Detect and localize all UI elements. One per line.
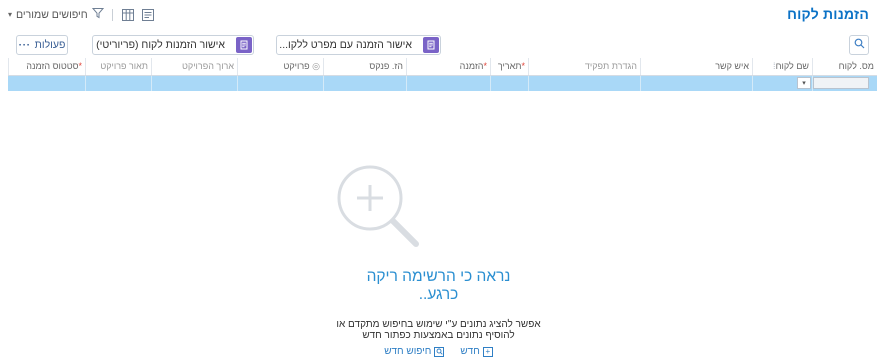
column-header-ledger-order[interactable]: הז. פנקס	[323, 58, 406, 75]
header-tools: חיפושים שמורים ▾	[8, 7, 155, 22]
table-cell[interactable]	[640, 76, 752, 91]
approve-order-with-details-label: אישור הזמנה עם מפרט ללקו...	[279, 39, 412, 51]
column-header-date[interactable]: *תאריך	[490, 58, 528, 75]
grid-view-icon[interactable]	[121, 8, 135, 22]
table-cell[interactable]	[151, 76, 237, 91]
table-cell[interactable]	[8, 76, 85, 91]
page-header: הזמנות לקוח חיפושים שמורים ▾	[0, 0, 877, 28]
column-header-customer-name[interactable]: שם לקוח⁞	[752, 58, 812, 75]
table-cell[interactable]	[323, 76, 406, 91]
table-header: מס. לקוח שם לקוח⁞ איש קשר הגדרת תפקיד *ת…	[8, 58, 877, 76]
column-header-role-definition[interactable]: הגדרת תפקיד	[528, 58, 640, 75]
page-title: הזמנות לקוח	[787, 6, 869, 22]
chevron-down-icon: ▾	[8, 10, 13, 19]
search-icon	[854, 36, 865, 54]
project-icon: ◎	[309, 61, 320, 71]
customer-lookup-dropdown[interactable]: ▾	[797, 77, 811, 89]
column-header-project-description[interactable]: תאור פרויקט	[85, 58, 151, 75]
actions-label: פעולות	[34, 39, 66, 51]
empty-search-illustration	[337, 165, 419, 247]
filter-icon	[91, 7, 104, 22]
new-search-link[interactable]: חיפוש חדש	[384, 346, 445, 357]
table-cell[interactable]	[237, 76, 323, 91]
saved-searches-dropdown[interactable]: חיפושים שמורים ▾	[8, 7, 104, 22]
chevron-down-icon: ▾	[802, 80, 806, 87]
column-header-project[interactable]: ◎ פרויקט	[237, 58, 323, 75]
saved-searches-label: חיפושים שמורים	[16, 8, 88, 21]
report-icon[interactable]	[141, 8, 155, 22]
column-header-contact[interactable]: איש קשר	[640, 58, 752, 75]
header-divider	[111, 8, 113, 21]
actions-button[interactable]: פעולות ···	[16, 35, 68, 55]
table-cell[interactable]	[490, 76, 528, 91]
search-button[interactable]	[849, 35, 869, 55]
approve-customer-orders-priority-label: אישור הזמנות לקוח (פריוריטי)	[96, 39, 225, 51]
required-marker: *	[521, 61, 525, 71]
column-header-order-status[interactable]: *סטטוס הזמנה	[8, 58, 85, 75]
table-cell[interactable]	[406, 76, 490, 91]
approve-customer-orders-priority-button[interactable]: אישור הזמנות לקוח (פריוריטי)	[92, 35, 254, 55]
new-record-link[interactable]: + חדש	[460, 346, 493, 357]
plus-icon: +	[482, 346, 493, 357]
table-row[interactable]: ▾	[8, 76, 877, 91]
column-header-customer-number[interactable]: מס. לקוח	[812, 58, 877, 75]
table-cell[interactable]	[85, 76, 151, 91]
required-marker: *	[78, 61, 82, 71]
column-header-order[interactable]: *הזמנה	[406, 58, 490, 75]
table-cell[interactable]	[528, 76, 640, 91]
document-action-icon	[423, 37, 439, 53]
required-marker: *	[483, 61, 487, 71]
list-toolbar: אישור הזמנה עם מפרט ללקו... אישור הזמנות…	[8, 35, 869, 55]
empty-state-subtitle: אפשר להציג נתונים ע"י שימוש בחיפוש מתקדם…	[336, 319, 541, 341]
customer-number-input[interactable]	[813, 77, 869, 89]
ellipsis-icon: ···	[18, 39, 31, 51]
document-action-icon	[236, 37, 252, 53]
approve-order-with-details-button[interactable]: אישור הזמנה עם מפרט ללקו...	[276, 35, 441, 55]
customer-orders-page: הזמנות לקוח חיפושים שמורים ▾ אישור הזמנה…	[0, 0, 877, 362]
search-icon	[434, 346, 445, 357]
column-header-project-length[interactable]: ארוך הפרויקט	[151, 58, 237, 75]
empty-state-title: נראה כי הרשימה ריקה כרגע..	[366, 268, 511, 303]
empty-state-actions: + חדש חיפוש חדש	[0, 346, 877, 357]
